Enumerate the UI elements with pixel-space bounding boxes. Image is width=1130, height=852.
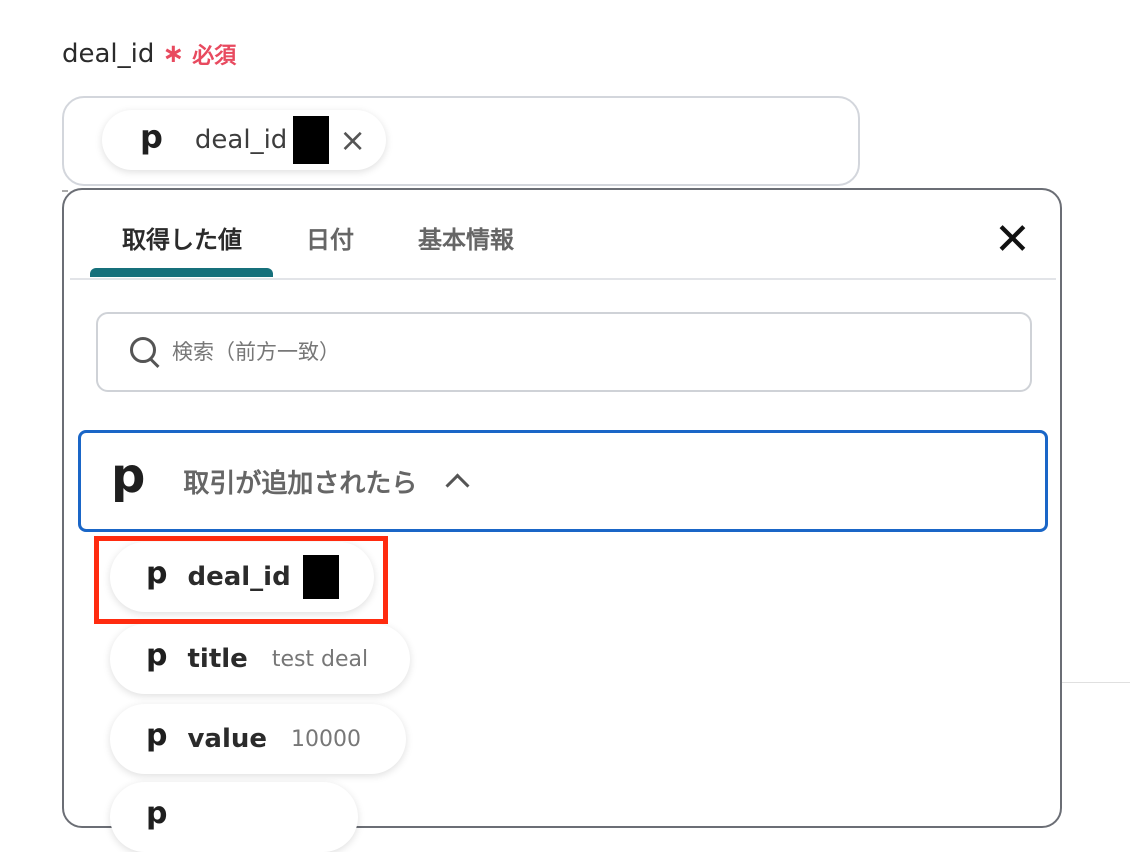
tab-acquired-values[interactable]: 取得した値: [122, 220, 242, 255]
item-key: value: [187, 724, 268, 754]
tab-basic-info[interactable]: 基本情報: [418, 220, 514, 255]
deal-id-input[interactable]: p deal_id ×: [62, 96, 860, 186]
divider-stub: [62, 190, 68, 192]
field-label-text: deal_id: [62, 39, 155, 69]
pipedrive-logo-icon: p: [146, 718, 168, 753]
item-value: test deal: [271, 646, 369, 672]
active-tab-indicator: [90, 268, 273, 277]
redacted-block: [293, 116, 330, 164]
search-input[interactable]: [170, 339, 934, 365]
selected-chip-label: deal_id: [194, 125, 288, 155]
pipedrive-logo-icon: p: [140, 118, 163, 156]
field-label: deal_id ∗ 必須: [62, 38, 236, 70]
selected-value-chip[interactable]: p deal_id ×: [102, 110, 386, 170]
trigger-group-header[interactable]: p 取引が追加されたら: [78, 430, 1048, 532]
remove-chip-icon[interactable]: ×: [339, 124, 366, 156]
pipedrive-logo-icon: p: [146, 796, 168, 831]
required-text: 必須: [192, 44, 237, 69]
search-icon: [130, 337, 160, 369]
list-item-title[interactable]: p title test deal: [110, 624, 410, 694]
pipedrive-logo-icon: p: [146, 638, 168, 673]
search-field[interactable]: [96, 312, 1032, 392]
divider-line: [1062, 682, 1130, 683]
list-item-value[interactable]: p value 10000: [110, 704, 406, 774]
highlight-annotation: [94, 536, 388, 624]
pipedrive-logo-icon: p: [111, 448, 146, 504]
close-icon[interactable]: ✕: [994, 218, 1031, 262]
item-value: 10000: [291, 726, 362, 752]
tab-date[interactable]: 日付: [306, 220, 354, 255]
group-title: 取引が追加されたら: [183, 468, 418, 499]
value-picker-panel: 取得した値 日付 基本情報 ✕ p 取引が追加されたら p deal_id p …: [62, 188, 1062, 852]
item-key: title: [187, 644, 248, 674]
required-asterisk: ∗: [162, 39, 185, 69]
chevron-up-icon[interactable]: [445, 472, 470, 498]
list-item-partial[interactable]: p: [110, 782, 358, 852]
tab-bar: 取得した値 日付 基本情報: [70, 190, 1056, 280]
